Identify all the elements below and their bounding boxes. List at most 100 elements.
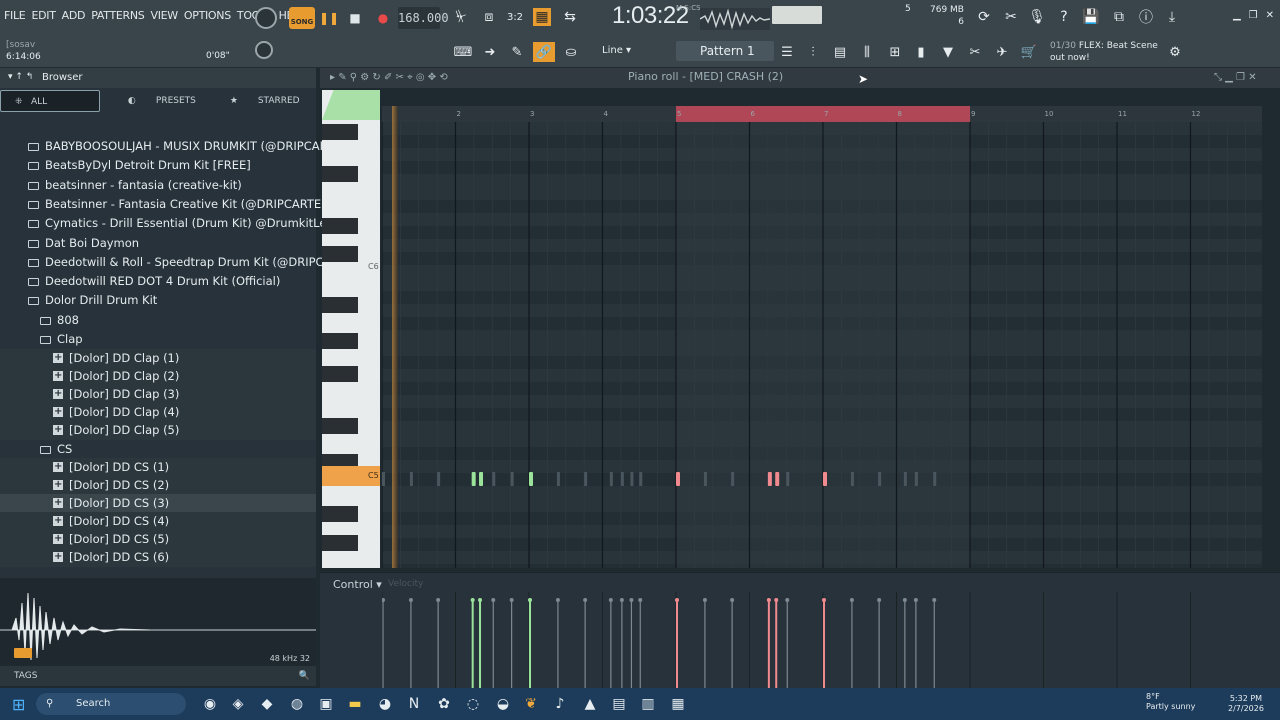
app-icon-9[interactable]: ▲ [580,694,600,714]
mixer-icon[interactable]: ⫼ [856,42,878,62]
pattern-selector[interactable]: Pattern 1 [676,41,774,61]
browser-folder[interactable]: Deedotwill RED DOT 4 Drum Kit (Official) [0,272,316,291]
tools-icon[interactable]: ✂ [1002,8,1020,26]
black-key[interactable] [322,166,358,182]
taskbar-search[interactable]: ⚲ Search [36,693,186,715]
windows-start-icon[interactable]: ⊞ [12,695,30,714]
menu-options[interactable]: OPTIONS [184,9,231,22]
wait-input-icon[interactable]: ⧈ [480,8,498,26]
piano-roll-tools[interactable]: ▸ ✎ ⚲ ⚙ ↻ ✐ ✂ ⌖ ◎ ✥ ⟲ [330,72,448,83]
app-icon-3[interactable]: ▣ [316,694,336,714]
tags-bar[interactable]: TAGS 🔍 [0,666,316,686]
file-explorer-icon[interactable]: ▬ [345,694,365,714]
plugin-db-icon[interactable]: ▮ [910,42,932,62]
cut-icon[interactable]: ✂ [964,42,986,62]
plugin-icon[interactable]: ⧉ [1110,8,1128,26]
browser-icon[interactable]: ⊞ [884,42,906,62]
download-icon[interactable]: ⤓ [1163,8,1181,26]
browser-sample[interactable]: [Dolor] DD CS (2) [0,475,316,495]
tab-starred[interactable]: ★ STARRED [228,90,316,112]
piano-keyboard[interactable] [322,90,380,568]
channel-rack-icon[interactable]: ▤ [829,42,851,62]
edge-icon[interactable]: ◉ [200,694,220,714]
browser-folder[interactable]: BABYBOOSOULJAH - MUSIX DRUMKIT (@DRIPCAR… [0,137,352,156]
control-selector[interactable]: Control ▾ [333,578,382,591]
app-icon-1[interactable]: ◈ [228,694,248,714]
app-icon-2[interactable]: ◆ [257,694,277,714]
news-panel[interactable]: 01/30 FLEX: Beat Scene out now! [1050,40,1158,64]
stamp-icon[interactable]: ⛀ [560,42,582,62]
black-key[interactable] [322,297,358,313]
chrome-icon[interactable]: ◍ [287,694,307,714]
pitch-knob[interactable] [255,41,273,59]
browser-sample[interactable]: [Dolor] DD Clap (4) [0,402,316,423]
velocity-lanes[interactable] [382,592,1262,688]
stop-button[interactable]: ■ [344,7,366,29]
pause-button[interactable]: ❚❚ [318,7,340,29]
microphone-icon[interactable]: 🎙 [1028,8,1046,26]
note-grid[interactable] [382,122,1262,568]
browser-folder[interactable]: beatsinner - fantasia (creative-kit) [0,176,316,195]
browser-sample[interactable]: [Dolor] DD Clap (5) [0,420,316,441]
app-icon-12[interactable]: ▦ [668,694,688,714]
info-icon[interactable]: ⓘ [1137,8,1155,26]
snap-selector[interactable]: Line ▾ [586,43,664,59]
black-key[interactable] [322,418,358,434]
browser-sample[interactable]: [Dolor] DD CS (5) [0,529,316,549]
black-key[interactable] [322,218,358,234]
countdown-icon[interactable]: 3:2 [506,8,524,26]
gift-icon[interactable]: ✈ [991,42,1013,62]
taskbar-clock[interactable]: 5:32 PM 2/7/2026 [1228,694,1264,714]
app-icon-7[interactable]: ◒ [493,694,513,714]
piano-roll-window-controls[interactable]: ⤡ ▁ ❐ ✕ [1214,72,1257,83]
record-button[interactable]: ● [372,7,394,29]
browser-folder[interactable]: Beatsinner - Fantasia Creative Kit (@DRI… [0,195,332,214]
app-icon-6[interactable]: ◌ [463,694,483,714]
play-preview-icon[interactable] [14,648,32,658]
menu-edit[interactable]: EDIT [31,9,55,22]
browser-folder[interactable]: 808 [0,311,316,330]
metronome-icon[interactable]: ⏧ [452,8,470,26]
tab-all[interactable]: ⁜ ALL [0,90,100,112]
browser-sample[interactable]: [Dolor] DD Clap (2) [0,366,316,387]
browser-folder[interactable]: BeatsByDyl Detroit Drum Kit [FREE] [0,156,316,175]
browser-folder[interactable]: Dolor Drill Drum Kit [0,291,316,310]
refresh-icon[interactable]: ⟳ [975,8,993,26]
app-icon-4[interactable]: N [404,694,424,714]
cart-icon[interactable]: 🛒 [1018,42,1040,62]
arrow-right-icon[interactable]: ➜ [479,42,501,62]
close-icon[interactable]: ✕ [1266,10,1274,21]
pencil-icon[interactable]: ✎ [506,42,528,62]
playlist-icon[interactable]: ☰ [776,42,798,62]
menu-file[interactable]: FILE [4,9,26,22]
browser-menu-icon[interactable]: ▾ ↑ ↰ [8,72,33,82]
black-key[interactable] [322,333,358,349]
step-edit-icon[interactable]: ▦ [533,8,551,26]
browser-folder[interactable]: Clap [0,330,316,349]
link-icon[interactable]: 🔗 [533,42,555,62]
loop-record-icon[interactable]: ⇆ [561,8,579,26]
browser-folder[interactable]: CS [0,440,316,459]
help-icon[interactable]: ? [1055,8,1073,26]
fl-studio-taskbar-icon[interactable]: ❦ [521,694,541,714]
app-icon-10[interactable]: ▤ [609,694,629,714]
tempo-display[interactable]: 168.000 [398,7,449,29]
save-icon[interactable]: 💾 [1082,8,1100,26]
loop-region[interactable] [676,106,970,122]
black-key[interactable] [322,366,358,382]
black-key[interactable] [322,246,358,262]
browser-folder[interactable]: Dat Boi Daymon [0,234,316,253]
piano-icon[interactable]: ⌨ [452,42,474,62]
touch-keyboard-icon[interactable]: ▼ [937,42,959,62]
app-icon-8[interactable]: ♪ [550,694,570,714]
discord-icon[interactable]: ◕ [375,694,395,714]
black-key[interactable] [322,124,358,140]
browser-sample[interactable]: [Dolor] DD CS (1) [0,457,316,477]
app-icon-11[interactable]: ▥ [638,694,658,714]
browser-sample[interactable]: [Dolor] DD CS (6) [0,547,316,568]
browser-folder[interactable]: Cymatics - Drill Essential (Drum Kit) @D… [0,214,346,233]
app-icon-5[interactable]: ✿ [434,694,454,714]
menu-view[interactable]: VIEW [150,9,178,22]
search-icon[interactable]: 🔍 [299,666,310,686]
minimize-icon[interactable]: ▁ [1233,10,1241,21]
